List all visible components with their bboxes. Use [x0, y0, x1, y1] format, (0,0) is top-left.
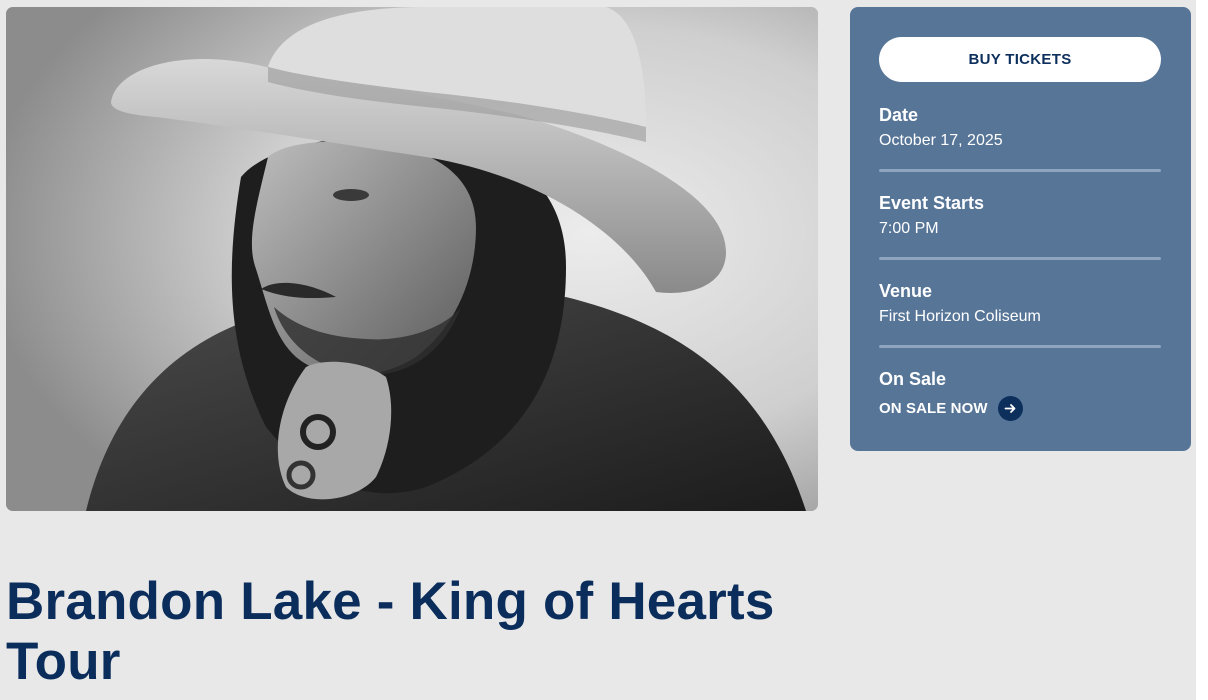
date-label: Date [879, 105, 919, 125]
arrow-right-icon[interactable] [997, 396, 1023, 421]
venue-block: Venue First Horizon Coliseum [879, 280, 1161, 327]
on-sale-now-link[interactable]: ON SALE NOW [879, 400, 988, 417]
buy-tickets-label: BUY TICKETS [968, 51, 1072, 68]
start-time-label: Event Starts [879, 193, 985, 213]
on-sale-label: On Sale [879, 369, 947, 389]
on-sale-row: ON SALE NOW [879, 396, 1161, 421]
date-value: October 17, 2025 [879, 132, 1003, 149]
start-time-block: Event Starts 7:00 PM [879, 192, 1161, 239]
buy-tickets-button[interactable]: BUY TICKETS [879, 37, 1161, 82]
artist-photo [6, 7, 818, 511]
event-details-card: BUY TICKETS Date October 17, 2025 Event … [850, 7, 1191, 451]
venue-value: First Horizon Coliseum [879, 308, 1041, 325]
start-time-value: 7:00 PM [879, 220, 939, 237]
date-block: Date October 17, 2025 [879, 104, 1161, 151]
event-title: Brandon Lake - King of Hearts Tour [6, 572, 775, 691]
venue-label: Venue [879, 281, 933, 301]
divider [879, 169, 1161, 172]
on-sale-block: On Sale ON SALE NOW [879, 368, 1161, 421]
event-page: BUY TICKETS Date October 17, 2025 Event … [0, 0, 1196, 700]
divider [879, 257, 1161, 260]
divider [879, 345, 1161, 348]
